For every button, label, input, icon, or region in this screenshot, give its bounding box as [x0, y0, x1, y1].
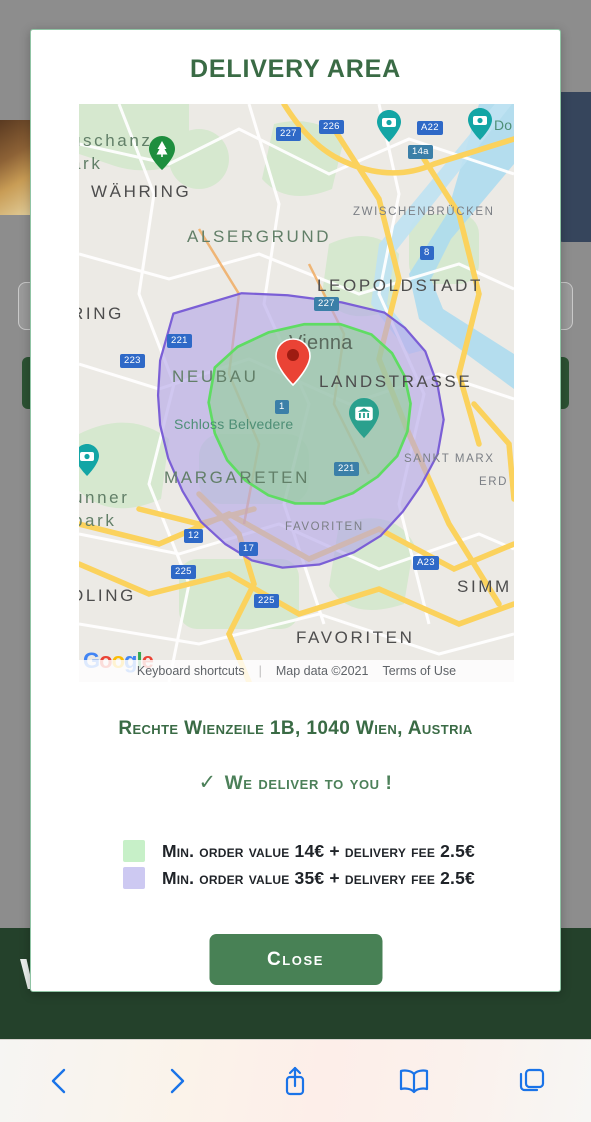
- chevron-right-icon: [171, 1068, 185, 1094]
- road-shield: 221: [334, 462, 359, 476]
- bookmarks-button[interactable]: [386, 1056, 442, 1106]
- road-shield: 17: [239, 542, 259, 556]
- road-shield: A23: [413, 556, 439, 570]
- chevron-left-icon: [51, 1068, 66, 1094]
- road-shield: 226: [319, 120, 344, 134]
- zone-legend: Min. order value 14€ + delivery fee 2.5€…: [123, 840, 475, 894]
- road-shield: 1: [275, 400, 289, 414]
- forward-button[interactable]: [149, 1056, 205, 1106]
- map-attribution-bar: Keyboard shortcuts | Map data ©2021 Term…: [79, 660, 514, 682]
- check-icon: ✓: [198, 771, 217, 794]
- legend-label: Min. order value 14€ + delivery fee 2.5€: [162, 840, 475, 861]
- road-shield: 8: [420, 246, 434, 260]
- road-shield: 223: [120, 354, 145, 368]
- map-canvas: [79, 104, 514, 682]
- terms-of-use-link[interactable]: Terms of Use: [375, 664, 463, 678]
- legend-color-swatch: [123, 867, 145, 889]
- road-shield: 225: [254, 594, 279, 608]
- road-shield: A22: [417, 121, 443, 135]
- share-icon: [286, 1066, 305, 1096]
- book-icon: [399, 1069, 428, 1094]
- map-data-text: Map data ©2021: [275, 664, 369, 678]
- legend-row: Min. order value 14€ + delivery fee 2.5€: [123, 840, 475, 862]
- delivery-area-map[interactable]: WÄHRING ALSERGRUND ZWISCHENBRÜCKEN LEOPOLDS…: [79, 104, 514, 682]
- road-shield: 227: [276, 127, 301, 141]
- road-shield: 225: [171, 565, 196, 579]
- close-button[interactable]: Close: [209, 934, 382, 985]
- delivery-area-modal: Delivery Area: [30, 29, 561, 992]
- delivery-status-text: We deliver to you !: [224, 773, 393, 794]
- delivery-address: Rechte Wienzeile 1B, 1040 Wien, Austria: [118, 718, 473, 739]
- park-pin-icon: [149, 136, 175, 170]
- photo-pin-icon-2: [468, 108, 492, 140]
- road-shield: 12: [184, 529, 204, 543]
- legend-row: Min. order value 35€ + delivery fee 2.5€: [123, 867, 475, 889]
- location-marker-icon: [275, 338, 311, 386]
- road-shield: 227: [314, 297, 339, 311]
- photo-pin-icon-1: [377, 110, 401, 142]
- browser-toolbar: [0, 1039, 591, 1122]
- keyboard-shortcuts-link[interactable]: Keyboard shortcuts: [130, 664, 252, 678]
- legend-label: Min. order value 35€ + delivery fee 2.5€: [162, 867, 475, 888]
- photo-pin-icon-3: [79, 444, 99, 476]
- page-title: Delivery Area: [190, 55, 401, 83]
- tabs-button[interactable]: [504, 1056, 560, 1106]
- share-button[interactable]: [267, 1056, 323, 1106]
- road-shield: 14a: [408, 145, 433, 159]
- attribution-separator: |: [258, 664, 262, 678]
- tabs-icon: [519, 1068, 544, 1092]
- legend-color-swatch: [123, 840, 145, 862]
- delivery-status: ✓ We deliver to you !: [31, 770, 560, 795]
- back-button[interactable]: [31, 1056, 87, 1106]
- museum-pin-icon: [349, 398, 379, 438]
- road-shield: 221: [167, 334, 192, 348]
